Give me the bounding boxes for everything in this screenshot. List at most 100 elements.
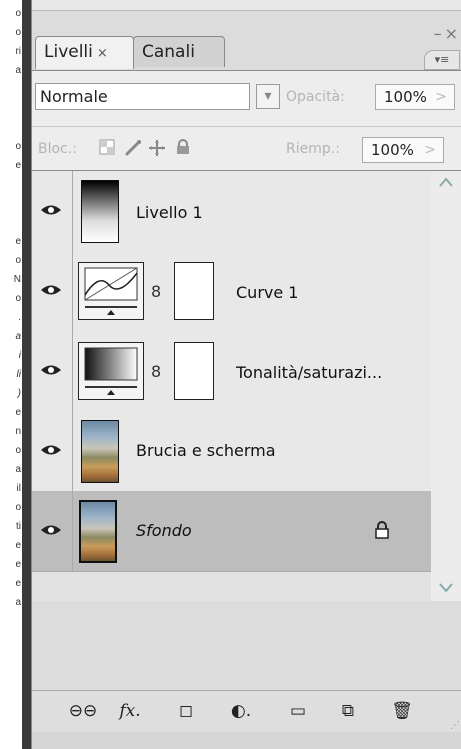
- close-icon[interactable]: ×: [445, 24, 458, 43]
- visibility-toggle[interactable]: [32, 171, 73, 251]
- opacity-label: Opacità:: [286, 89, 345, 105]
- lock-label: Bloc.:: [38, 141, 77, 157]
- tab-livelli-label: Livelli: [44, 42, 93, 62]
- layer-name[interactable]: Livello 1: [136, 203, 203, 222]
- tab-livelli[interactable]: Livelli ×: [35, 36, 134, 69]
- bg-text-line: N: [13, 274, 21, 285]
- bg-text-line: e: [15, 559, 21, 570]
- scroll-down-icon[interactable]: [437, 581, 455, 595]
- bg-text-line: il: [16, 483, 21, 494]
- resize-grip-icon[interactable]: ⋰: [450, 720, 460, 731]
- layer-thumbnail[interactable]: [81, 420, 119, 483]
- bg-text-line: ri: [15, 46, 21, 57]
- bg-text-line: a: [15, 65, 21, 76]
- fill-field[interactable]: 100% >: [362, 137, 444, 163]
- layer-name[interactable]: Tonalità/saturazi...: [236, 363, 382, 382]
- blend-row: Normale ▾ Opacità: 100% >: [32, 79, 461, 110]
- layer-row[interactable]: 8 Curve 1: [32, 251, 431, 332]
- panel-footer: [32, 732, 461, 749]
- bg-text-line: n: [15, 426, 21, 437]
- layers-scrollbar[interactable]: [431, 170, 461, 601]
- bg-text-line: a: [15, 331, 21, 342]
- bg-text-line: a: [15, 597, 21, 608]
- layer-row-selected[interactable]: Sfondo: [32, 491, 431, 572]
- layer-thumbnail[interactable]: [79, 500, 117, 563]
- layer-name[interactable]: Brucia e scherma: [136, 441, 276, 460]
- bg-text-line: e: [15, 236, 21, 247]
- layer-name[interactable]: Curve 1: [236, 283, 298, 302]
- lock-image-pixels-icon[interactable]: [124, 139, 142, 157]
- bg-text-line: o: [15, 293, 21, 304]
- fx-icon[interactable]: fx.: [117, 699, 143, 723]
- minimize-icon[interactable]: –: [434, 24, 442, 43]
- visibility-toggle[interactable]: [32, 331, 73, 411]
- opacity-value: 100%: [384, 88, 427, 106]
- link-layers-icon[interactable]: ⊖⊖: [65, 699, 101, 723]
- layer-mask-thumbnail[interactable]: [174, 262, 214, 320]
- options-divider: [32, 126, 461, 127]
- close-tab-icon[interactable]: ×: [97, 46, 108, 61]
- window-buttons: – ×: [431, 24, 458, 43]
- layer-thumbnail[interactable]: [81, 180, 119, 243]
- lock-all-icon[interactable]: [174, 139, 192, 157]
- eye-icon: [41, 525, 61, 535]
- bg-text-line: e: [15, 540, 21, 551]
- link-icon[interactable]: 8: [151, 282, 161, 301]
- mask-icon[interactable]: ◻: [173, 699, 199, 723]
- visibility-toggle[interactable]: [32, 491, 73, 571]
- panel-menu-button[interactable]: ▾≡: [424, 50, 460, 70]
- layer-name[interactable]: Sfondo: [136, 521, 192, 540]
- tab-canali[interactable]: Canali: [133, 36, 225, 67]
- adjustment-icon[interactable]: ◐.: [228, 699, 254, 723]
- visibility-toggle[interactable]: [32, 411, 73, 491]
- layer-mask-thumbnail[interactable]: [174, 342, 214, 400]
- layers-bottom-toolbar: ⊖⊖ fx. ◻ ◐. ▭ ⧉ 🗑 ⋰: [32, 690, 461, 733]
- layer-options: Normale ▾ Opacità: 100% > Bloc.: Riemp.:…: [32, 70, 461, 171]
- background-article-text: o o ri a o e e o N o . a i li ) e n o a …: [0, 0, 22, 749]
- bg-text-line: i: [18, 350, 21, 361]
- bg-text-line: o: [15, 8, 21, 19]
- visibility-toggle[interactable]: [32, 251, 73, 331]
- eye-icon: [41, 365, 61, 375]
- chevron-right-icon[interactable]: >: [424, 138, 436, 163]
- new-layer-icon[interactable]: ⧉: [335, 699, 361, 723]
- eye-icon: [41, 445, 61, 455]
- layers-panel: Livelli × Canali – × ▾≡ Normale ▾ Opacità:…: [31, 0, 461, 749]
- bg-text-line: e: [15, 160, 21, 171]
- bg-text-line: o: [15, 141, 21, 152]
- eye-icon: [41, 205, 61, 215]
- blend-mode-select[interactable]: Normale: [35, 83, 250, 110]
- lock-icon: [374, 521, 390, 543]
- lock-position-icon[interactable]: [148, 139, 166, 157]
- scroll-up-icon[interactable]: [437, 175, 455, 189]
- fill-label: Riemp.:: [286, 141, 340, 157]
- layer-row[interactable]: 8 Tonalità/saturazi...: [32, 331, 431, 412]
- bg-text-line: a: [15, 464, 21, 475]
- panel-dock-edge: [22, 0, 31, 749]
- lock-transparent-pixels-icon[interactable]: [98, 139, 116, 157]
- curves-adjustment-icon[interactable]: [78, 262, 144, 320]
- folder-icon[interactable]: ▭: [285, 699, 311, 723]
- bg-text-line: e: [15, 578, 21, 589]
- panel-title-strip[interactable]: [32, 0, 461, 11]
- layer-row[interactable]: Brucia e scherma: [32, 411, 431, 492]
- tab-canali-label: Canali: [142, 42, 195, 62]
- bg-text-line: ): [17, 388, 21, 399]
- layer-row[interactable]: Livello 1: [32, 171, 431, 252]
- layers-list: Livello 1 8 Curve 1 8 Tonalità/saturazi.: [32, 170, 431, 601]
- bg-text-line: e: [15, 407, 21, 418]
- opacity-field[interactable]: 100% >: [375, 84, 455, 110]
- hue-saturation-adjustment-icon[interactable]: [78, 342, 144, 400]
- bg-text-line: o: [15, 255, 21, 266]
- bg-text-line: o: [15, 445, 21, 456]
- bg-text-line: o: [15, 27, 21, 38]
- chevron-right-icon[interactable]: >: [435, 85, 447, 110]
- link-icon[interactable]: 8: [151, 362, 161, 381]
- bg-text-line: .: [18, 312, 21, 323]
- panel-tabs: Livelli × Canali – × ▾≡: [32, 24, 461, 70]
- bg-text-line: li: [16, 369, 21, 380]
- chevron-down-icon[interactable]: ▾: [256, 84, 280, 109]
- trash-icon[interactable]: 🗑: [389, 699, 415, 723]
- bg-text-line: ti: [16, 521, 21, 532]
- eye-icon: [41, 285, 61, 295]
